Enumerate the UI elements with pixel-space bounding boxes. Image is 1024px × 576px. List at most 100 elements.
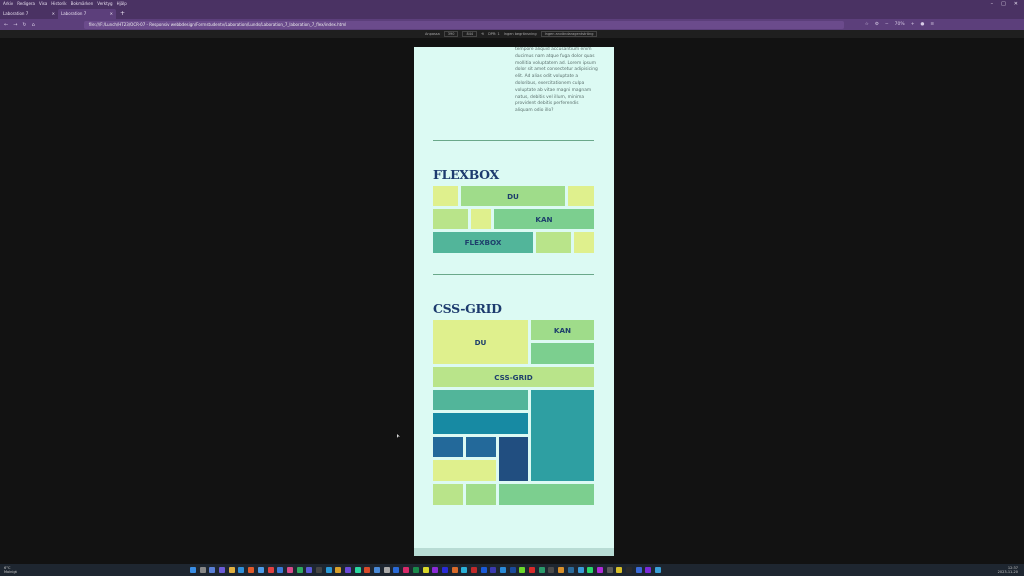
app-icon[interactable] <box>403 567 410 573</box>
app-icon[interactable] <box>412 567 419 573</box>
zoom-in-icon[interactable]: + <box>911 22 915 27</box>
task-view-icon[interactable] <box>209 567 216 573</box>
app-icon[interactable] <box>558 567 565 573</box>
app-icon[interactable] <box>461 567 468 573</box>
grid-cell <box>499 484 594 505</box>
app-icon[interactable] <box>635 567 642 573</box>
folder-icon[interactable] <box>228 567 235 573</box>
bookmark-star-icon[interactable]: ☆ <box>865 22 869 27</box>
account-icon[interactable]: ● <box>920 22 924 27</box>
search-icon[interactable] <box>199 567 206 573</box>
app-icon[interactable] <box>625 567 632 573</box>
app-icon[interactable] <box>509 567 516 573</box>
firefox-icon[interactable] <box>248 567 255 573</box>
app-icon[interactable] <box>538 567 545 573</box>
minimize-icon[interactable]: – <box>991 1 994 7</box>
app-icon[interactable] <box>567 567 574 573</box>
app-icon[interactable] <box>451 567 458 573</box>
close-icon[interactable]: ✕ <box>1014 1 1018 7</box>
grid-cell <box>466 484 496 505</box>
app-icon[interactable] <box>519 567 526 573</box>
forward-icon[interactable]: → <box>13 22 17 28</box>
back-icon[interactable]: ← <box>4 22 8 28</box>
menu-icon[interactable]: ≡ <box>930 22 934 27</box>
rotate-icon[interactable]: ⟲ <box>481 32 484 36</box>
app-icon[interactable] <box>645 567 652 573</box>
flex-cell-kan: KAN <box>494 209 594 229</box>
app-icon[interactable] <box>422 567 429 573</box>
app-icon[interactable] <box>441 567 448 573</box>
tab-laboration-2[interactable]: Laboration 7 ✕ <box>58 9 116 19</box>
grid-cell <box>433 460 496 481</box>
app-icon[interactable] <box>596 567 603 573</box>
url-bar[interactable]: file:///F:/Lunch/HT23/OCR-07 - Responsiv… <box>83 20 844 29</box>
zoom-out-icon[interactable]: − <box>885 22 889 27</box>
maximize-icon[interactable]: □ <box>1001 1 1006 7</box>
app-icon[interactable] <box>470 567 477 573</box>
dpr-select[interactable]: DPR: 1 <box>488 32 500 36</box>
app-icon[interactable] <box>335 567 342 573</box>
taskbar-apps <box>190 567 661 573</box>
weather-widget[interactable]: 6°C Molnigt <box>0 566 40 574</box>
system-clock[interactable]: 12:37 2023-11-20 <box>998 566 1024 574</box>
tab-laboration-1[interactable]: Laboration 7 ✕ <box>0 9 58 19</box>
tab-close-icon[interactable]: ✕ <box>52 11 55 17</box>
menu-item-file[interactable]: Arkiv <box>3 0 13 7</box>
app-icon[interactable] <box>432 567 439 573</box>
menu-item-help[interactable]: Hjälp <box>117 0 127 7</box>
chrome-icon[interactable] <box>257 567 264 573</box>
app-icon[interactable] <box>364 567 371 573</box>
start-icon[interactable] <box>190 567 196 573</box>
menu-item-history[interactable]: Historik <box>51 0 66 7</box>
app-icon[interactable] <box>393 567 400 573</box>
menu-item-bookmarks[interactable]: Bokmärken <box>71 0 94 7</box>
tab-close-icon[interactable]: ✕ <box>110 11 113 17</box>
page-canvas: tempore aliquid accusantium enim ducimus… <box>414 47 614 556</box>
extensions-icon[interactable]: ⚙ <box>875 22 879 27</box>
app-icon[interactable] <box>577 567 584 573</box>
app-icon[interactable] <box>616 567 623 573</box>
app-icon[interactable] <box>655 567 661 573</box>
flex-cell <box>536 232 571 253</box>
height-input[interactable]: 844 <box>462 31 478 37</box>
zoom-level[interactable]: 70% <box>895 22 905 27</box>
app-icon[interactable] <box>500 567 506 573</box>
app-icon[interactable] <box>374 567 381 573</box>
app-icon[interactable] <box>606 567 613 573</box>
app-icon[interactable] <box>548 567 555 573</box>
app-icon[interactable] <box>315 567 322 573</box>
edge-icon[interactable] <box>238 567 245 573</box>
app-icon[interactable] <box>345 567 351 573</box>
app-icon[interactable] <box>296 567 303 573</box>
reload-icon[interactable]: ↻ <box>22 22 26 28</box>
flex-cell-du: DU <box>461 186 565 206</box>
app-icon[interactable] <box>529 567 536 573</box>
flex-cell <box>471 209 491 229</box>
home-icon[interactable]: ⌂ <box>32 22 35 28</box>
app-icon[interactable] <box>587 567 594 573</box>
menu-item-tools[interactable]: Verktyg <box>97 0 112 7</box>
app-icon[interactable] <box>267 567 274 573</box>
clock-date: 2023-11-20 <box>997 570 1018 574</box>
lorem-line: doloribus, exercitationem culpa <box>515 80 585 86</box>
app-icon[interactable] <box>480 567 487 573</box>
tab-bar: Laboration 7 ✕ Laboration 7 ✕ + <box>0 7 1024 19</box>
app-icon[interactable] <box>325 567 332 573</box>
app-icon[interactable] <box>277 567 284 573</box>
app-icon[interactable] <box>383 567 390 573</box>
app-icon[interactable] <box>354 567 361 573</box>
throttle-select[interactable]: Ingen begränsning <box>504 32 537 36</box>
width-input[interactable]: 390 <box>443 31 459 37</box>
menu-item-view[interactable]: Visa <box>39 0 47 7</box>
new-tab-button[interactable]: + <box>116 9 129 19</box>
useragent-input[interactable]: Ingen användaragentsträng <box>540 31 598 37</box>
grid-cell <box>531 343 594 364</box>
app-icon[interactable] <box>306 567 313 573</box>
device-select[interactable]: Anpassa <box>425 32 440 36</box>
app-icon[interactable] <box>286 567 293 573</box>
lorem-line: tempore aliquid accusantium enim <box>515 47 592 52</box>
chat-icon[interactable] <box>219 567 226 573</box>
app-icon[interactable] <box>490 567 497 573</box>
menu-item-edit[interactable]: Redigera <box>17 0 35 7</box>
grid-cell <box>433 413 528 434</box>
